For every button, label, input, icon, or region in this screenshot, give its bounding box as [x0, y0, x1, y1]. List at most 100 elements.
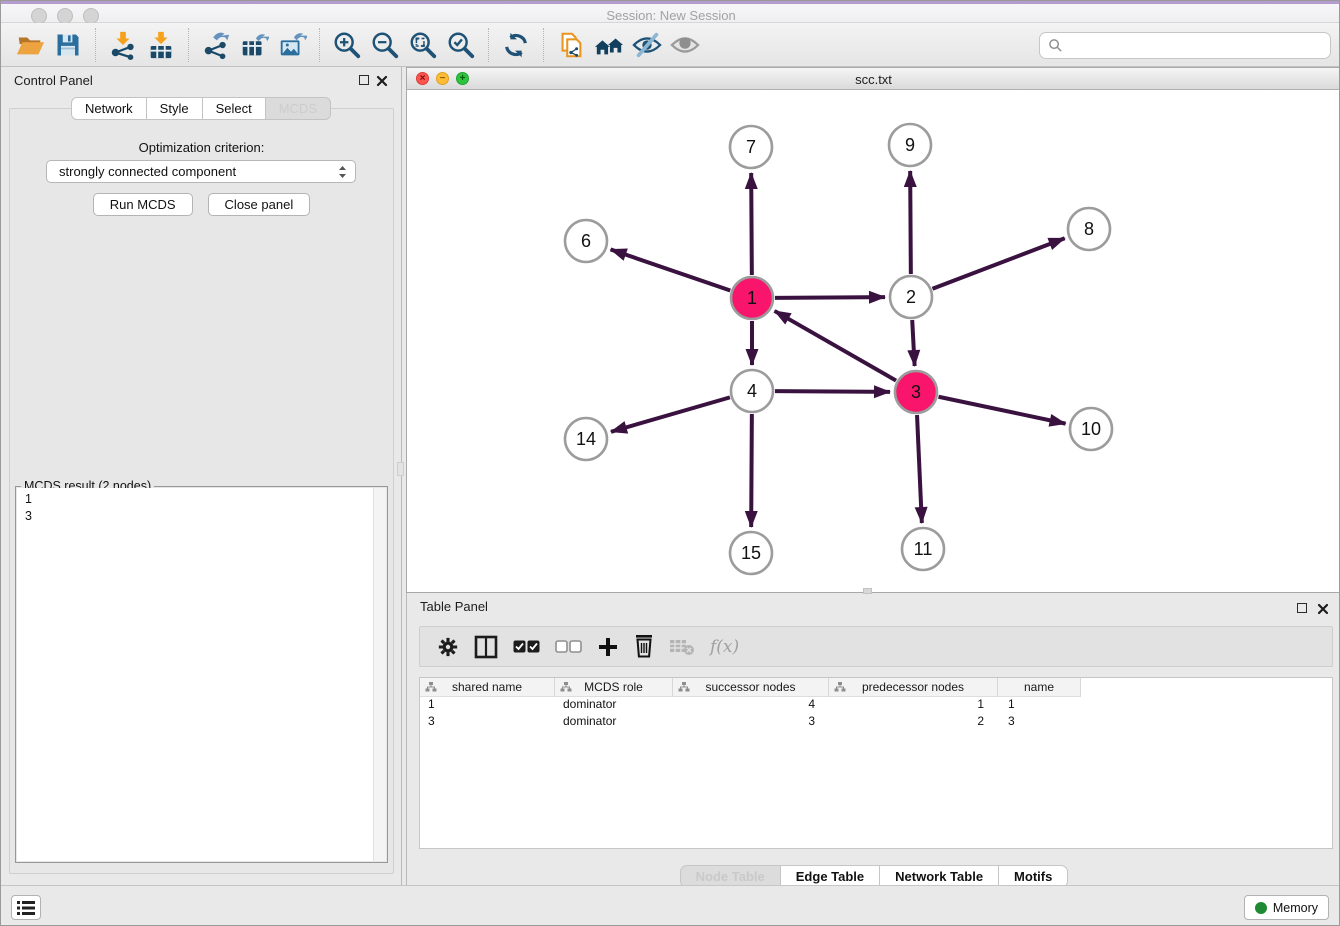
toolbar-separator [319, 28, 320, 62]
panel-splitter-handle[interactable] [397, 462, 404, 476]
main-titlebar: Session: New Session [1, 1, 1340, 23]
node-label-10: 10 [1081, 419, 1101, 439]
function-builder-icon[interactable]: f(x) [710, 637, 739, 657]
edge-2-8[interactable] [932, 238, 1064, 289]
mcds-result-scrollbar[interactable] [373, 488, 386, 861]
table-row[interactable]: 3dominator323 [420, 714, 1332, 731]
open-session-icon[interactable] [13, 28, 47, 62]
tab-select[interactable]: Select [203, 97, 266, 120]
edge-3-1[interactable] [775, 311, 896, 381]
edge-4-15[interactable] [751, 414, 752, 527]
show-all-icon[interactable] [668, 28, 702, 62]
cell-r0-c4[interactable]: 1 [998, 697, 1081, 714]
float-table-panel-icon[interactable] [1297, 603, 1307, 613]
zoom-selected-icon[interactable] [444, 28, 478, 62]
network-window-titlebar: × − + scc.txt [407, 68, 1340, 90]
edge-2-9[interactable] [910, 171, 911, 274]
node-table-body: 1dominator4113dominator323 [420, 697, 1332, 730]
edge-3-10[interactable] [939, 397, 1066, 424]
criterion-dropdown[interactable]: strongly connected component [46, 160, 356, 183]
column-header-successor-nodes[interactable]: successor nodes [673, 678, 829, 697]
mcds-result-box: MCDS result (2 nodes) 1 3 [15, 486, 388, 863]
control-panel-header: Control Panel [1, 67, 401, 95]
edge-1-6[interactable] [611, 249, 731, 290]
hierarchy-icon [678, 681, 690, 693]
select-all-icon[interactable] [513, 640, 540, 653]
delete-column-icon[interactable] [634, 635, 654, 658]
column-header-shared-name[interactable]: shared name [420, 678, 555, 697]
memory-label: Memory [1273, 901, 1318, 915]
mcds-tab-content: Optimization criterion: strongly connect… [9, 108, 394, 874]
cell-r0-c1[interactable]: dominator [555, 697, 673, 714]
column-header-name[interactable]: name [998, 678, 1081, 697]
cell-r1-c1[interactable]: dominator [555, 714, 673, 731]
node-label-7: 7 [746, 137, 756, 157]
cell-r0-c2[interactable]: 4 [673, 697, 829, 714]
toolbar-separator [188, 28, 189, 62]
hierarchy-icon [560, 681, 572, 693]
close-table-panel-icon[interactable] [1317, 602, 1329, 614]
node-label-11: 11 [914, 539, 933, 559]
zoom-in-icon[interactable] [330, 28, 364, 62]
export-image-icon[interactable] [275, 28, 309, 62]
edge-1-7[interactable] [751, 173, 752, 275]
save-session-icon[interactable] [51, 28, 85, 62]
node-label-6: 6 [581, 231, 591, 251]
edge-3-11[interactable] [917, 415, 922, 523]
close-panel-button[interactable]: Close panel [208, 193, 311, 216]
network-file-title: scc.txt [407, 72, 1340, 87]
add-column-icon[interactable] [597, 636, 619, 658]
column-header-MCDS-role[interactable]: MCDS role [555, 678, 673, 697]
delete-table-icon[interactable] [669, 638, 695, 656]
tab-network[interactable]: Network [71, 97, 147, 120]
mcds-home-icon[interactable] [592, 28, 626, 62]
search-icon [1048, 38, 1063, 53]
column-header-predecessor-nodes[interactable]: predecessor nodes [829, 678, 998, 697]
node-label-14: 14 [576, 429, 596, 449]
task-history-button[interactable] [11, 895, 41, 920]
edge-1-2[interactable] [775, 297, 885, 298]
search-field[interactable] [1039, 32, 1331, 59]
horizontal-splitter-handle[interactable] [863, 588, 872, 594]
edge-4-3[interactable] [775, 391, 890, 392]
export-table-icon[interactable] [237, 28, 271, 62]
cell-r1-c3[interactable]: 2 [829, 714, 998, 731]
node-label-2: 2 [906, 287, 916, 307]
close-panel-icon[interactable] [376, 74, 388, 86]
table-settings-gear-icon[interactable] [437, 636, 459, 658]
node-label-3: 3 [911, 382, 921, 402]
tab-mcds[interactable]: MCDS [266, 97, 331, 120]
export-network-icon[interactable] [199, 28, 233, 62]
tab-style[interactable]: Style [147, 97, 203, 120]
cell-r1-c0[interactable]: 3 [420, 714, 555, 731]
node-label-15: 15 [741, 543, 761, 563]
cell-r0-c3[interactable]: 1 [829, 697, 998, 714]
hide-selected-icon[interactable] [630, 28, 664, 62]
float-panel-icon[interactable] [359, 75, 369, 85]
table-panel: Table Panel [406, 593, 1340, 885]
import-network-icon[interactable] [106, 28, 140, 62]
network-graph[interactable]: 7968124314101511 [406, 89, 1340, 593]
import-table-icon[interactable] [144, 28, 178, 62]
deselect-all-icon[interactable] [555, 640, 582, 653]
zoom-fit-icon[interactable] [406, 28, 440, 62]
cell-r0-c0[interactable]: 1 [420, 697, 555, 714]
run-mcds-button[interactable]: Run MCDS [93, 193, 193, 216]
edge-2-3[interactable] [912, 320, 914, 366]
mcds-result-text[interactable]: 1 3 [17, 488, 386, 861]
apply-layout-icon[interactable] [499, 28, 533, 62]
table-row[interactable]: 1dominator411 [420, 697, 1332, 714]
mcds-buttons-row: Run MCDS Close panel [10, 193, 393, 216]
cell-r1-c4[interactable]: 3 [998, 714, 1081, 731]
node-label-8: 8 [1084, 219, 1094, 239]
memory-button[interactable]: Memory [1244, 895, 1329, 920]
edge-4-14[interactable] [611, 397, 730, 431]
clone-network-icon[interactable] [554, 28, 588, 62]
show-columns-icon[interactable] [474, 635, 498, 659]
status-bar: Memory [1, 885, 1340, 926]
search-input[interactable] [1063, 37, 1313, 54]
cell-r1-c2[interactable]: 3 [673, 714, 829, 731]
column-header-label: name [1024, 680, 1054, 694]
zoom-out-icon[interactable] [368, 28, 402, 62]
session-title: Session: New Session [1, 8, 1340, 23]
